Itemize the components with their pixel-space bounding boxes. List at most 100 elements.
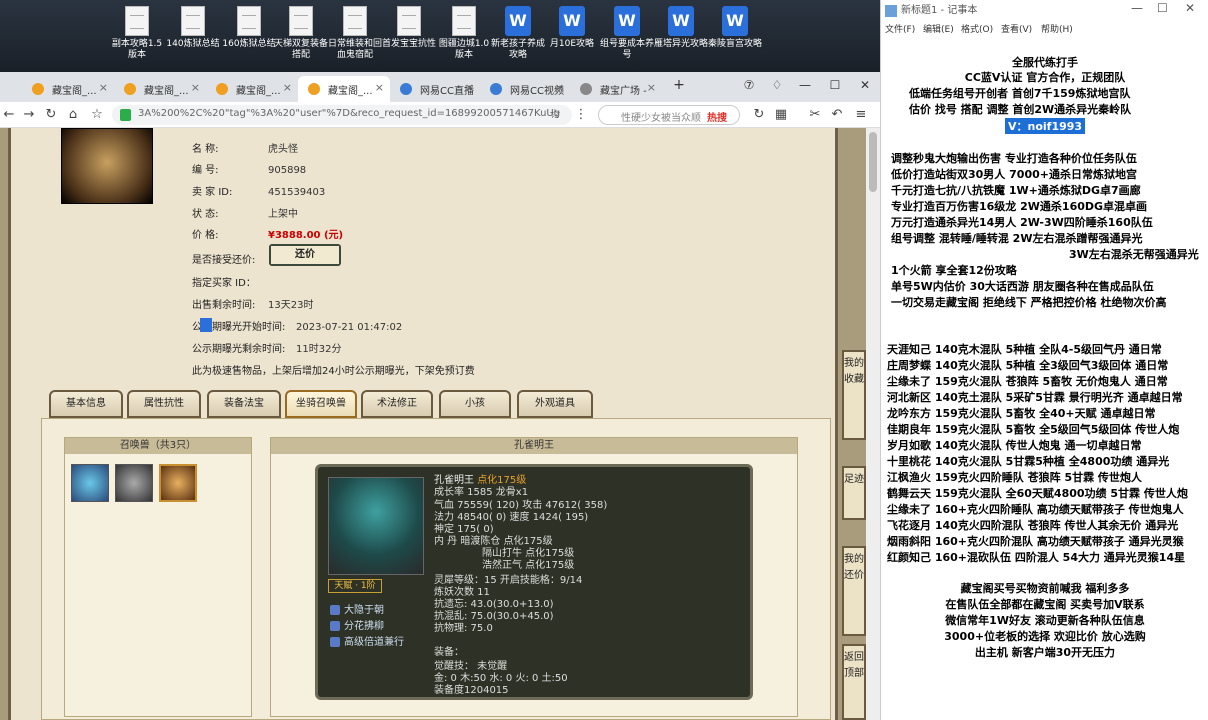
desktop-file-icon[interactable]: 副本攻略1.5版本	[110, 6, 164, 70]
menu-format[interactable]: 格式(O)	[961, 22, 993, 38]
status-row: 状 态: 上架中	[192, 209, 298, 220]
browser-tab[interactable]: 网易CC直播 ×	[390, 76, 480, 102]
desktop-file-icon[interactable]: W 组号要成本养号	[600, 6, 654, 70]
desktop-file-icon[interactable]: 日常维装和回血鬼宿配	[328, 6, 382, 70]
browser-tab[interactable]: 藏宝阁_... ×	[206, 76, 298, 102]
minimize-button[interactable]: —	[1131, 1, 1143, 15]
pet-thumb[interactable]	[71, 464, 109, 502]
menu-file[interactable]: 文件(F)	[885, 22, 915, 38]
skill-item[interactable]: 大隐于朝	[330, 601, 384, 616]
refresh-icon[interactable]: ↻	[750, 106, 768, 124]
tab-resist[interactable]: 属性抗性	[127, 390, 201, 418]
desktop-file-icon[interactable]: 140炼狱总结	[166, 6, 220, 70]
back-to-top-button[interactable]: 返回顶部	[842, 644, 866, 720]
resist-physical: 抗物理: 75.0	[434, 623, 493, 634]
pet-detail-header: 孔雀明王	[271, 438, 797, 454]
pin-icon[interactable]: ⑦	[734, 74, 764, 98]
menu-help[interactable]: 帮助(H)	[1041, 22, 1073, 38]
menu-icon[interactable]: ≡	[852, 106, 870, 124]
text-line: 龙吟东方 159克火混队 5畜牧 全40+天赋 通卓越日常	[887, 407, 1156, 420]
browser-tab[interactable]: 藏宝广场 - ×	[570, 76, 662, 102]
desktop-file-icon[interactable]: W 雁塔异光攻略	[654, 6, 708, 70]
close-window-button[interactable]: ✕	[850, 74, 880, 98]
menu-view[interactable]: 查看(V)	[1001, 22, 1032, 38]
close-tab-icon[interactable]: ×	[283, 81, 292, 94]
close-tab-icon[interactable]: ×	[375, 81, 384, 94]
text-line: 组号调整 混转睡/睡转混 2W左右混杀蹭帮强通异光	[891, 232, 1143, 245]
scissors-icon[interactable]: ✂	[806, 106, 824, 124]
tab-spells[interactable]: 术法修正	[361, 390, 433, 418]
desktop-file-icon[interactable]: 160炼狱总结	[222, 6, 276, 70]
close-window-button[interactable]: ✕	[1185, 1, 1195, 15]
close-tab-icon[interactable]: ×	[555, 81, 564, 94]
my-favorites-button[interactable]: 我的收藏	[842, 350, 866, 440]
bargain-button[interactable]: 还价	[269, 244, 341, 266]
spirit-text: 灵犀等级：15 开启技能格：9/14	[434, 575, 583, 586]
text-line: CC蓝V认证 官方合作，正规团队	[964, 71, 1126, 84]
tab-child[interactable]: 小孩	[439, 390, 511, 418]
text-line: 一切交易走藏宝阁 拒绝线下 严格把控价格 杜绝物次价高	[891, 296, 1167, 309]
tab-appearance[interactable]: 外观道具	[517, 390, 593, 418]
forward-icon[interactable]: →	[20, 106, 38, 124]
back-icon[interactable]: ←	[0, 106, 18, 124]
desktop-file-icon[interactable]: W 新老孩子养成攻略	[491, 6, 545, 70]
close-tab-icon[interactable]: ×	[99, 81, 108, 94]
close-tab-icon[interactable]: ×	[191, 81, 200, 94]
pet-thumb-selected[interactable]	[159, 464, 197, 502]
document-icon	[237, 6, 261, 36]
tab-basic-info[interactable]: 基本信息	[49, 390, 123, 418]
bookmark-star-icon[interactable]: ☆	[88, 106, 106, 124]
minimize-button[interactable]: —	[790, 74, 820, 98]
buyer-row: 指定买家 ID：	[192, 278, 256, 289]
scroll-thumb[interactable]	[869, 132, 877, 192]
pet-list-header: 召唤兽（共3只）	[65, 438, 251, 454]
favorite-star-icon[interactable]: ☆	[546, 106, 564, 124]
maximize-button[interactable]: ☐	[820, 74, 850, 98]
text-line: 藏宝阁买号买物资前喊我 福利多多	[960, 582, 1130, 595]
browser-tab[interactable]: 藏宝阁_... ×	[114, 76, 206, 102]
grid-icon[interactable]: ▦	[772, 106, 790, 124]
desktop-file-icon[interactable]: 首发宝宝抗性	[382, 6, 436, 70]
close-tab-icon[interactable]: ×	[465, 81, 474, 94]
inner-dan-2: 隔山打牛 点化175级	[482, 548, 575, 559]
notepad-menu: 文件(F) 编辑(E) 格式(O) 查看(V) 帮助(H)	[881, 22, 1208, 38]
text-line: 尘缘未了 159克火混队 苍狼阵 5畜牧 无价炮鬼人 通日常	[887, 375, 1168, 388]
new-tab-button[interactable]: +	[664, 74, 694, 98]
search-input[interactable]: 性硬少女被当众顺 热搜	[598, 105, 740, 125]
shirt-icon[interactable]: ♢	[762, 74, 792, 98]
my-bargains-button[interactable]: 我的还价	[842, 546, 866, 636]
tab-mount-pets[interactable]: 坐骑召唤兽	[285, 390, 357, 418]
desktop-file-icon[interactable]: W 秦陵盲宫攻略	[708, 6, 762, 70]
menu-edit[interactable]: 编辑(E)	[923, 22, 954, 38]
desktop-file-icon[interactable]: 图疆边城1.0版本	[437, 6, 491, 70]
bargain-row: 是否接受还价:	[192, 255, 256, 266]
page-scrollbar[interactable]	[866, 128, 880, 720]
text-line: 专业打造百万伤害16级龙 2W通杀160DG卓混卓画	[891, 200, 1148, 213]
home-icon[interactable]: ⌂	[64, 106, 82, 124]
menu-dots-icon[interactable]: ⋮	[572, 106, 590, 124]
tab-equipment[interactable]: 装备法宝	[207, 390, 281, 418]
talent-tier-badge: 天赋 · 1阶	[328, 579, 382, 593]
url-input[interactable]: 3A%200%2C%20"tag"%3A%20"user"%7D&reco_re…	[112, 105, 572, 125]
undo-icon[interactable]: ↶	[828, 106, 846, 124]
text-line: 鹤舞云天 159克火混队 全60天赋4800功绩 5甘霖 传世人炮	[887, 487, 1188, 500]
text-line: 十里桃花 140克火混队 5甘霖5种植 全4800功绩 通异光	[887, 455, 1170, 468]
desktop-file-icon[interactable]: W 月10E攻略	[545, 6, 599, 70]
maximize-button[interactable]: ☐	[1157, 1, 1168, 15]
text-line: 低端任务组号开创者 首创7千159炼狱地宫队	[909, 87, 1131, 100]
skill-item[interactable]: 分花拂柳	[330, 617, 384, 632]
pet-detail: 孔雀明王 天赋 · 1阶 大隐于朝 分花拂柳 高级倍道兼行 孔雀明王 点化175…	[270, 437, 798, 717]
shield-icon	[120, 109, 131, 121]
notepad-text-area[interactable]: 全服代练打手 CC蓝V认证 官方合作，正规团队 低端任务组号开创者 首创7千15…	[881, 38, 1208, 720]
close-tab-icon[interactable]: ×	[647, 81, 656, 94]
browser-tab-active[interactable]: 藏宝阁_... ×	[298, 76, 390, 102]
id-row: 编 号: 905898	[192, 165, 307, 176]
footprint-button[interactable]: 足迹	[842, 466, 866, 520]
refresh-icon[interactable]: ↻	[42, 106, 60, 124]
desktop-file-icon[interactable]: 天梯双复装备搭配	[274, 6, 328, 70]
cbg-favicon-icon	[216, 83, 228, 95]
pet-thumb[interactable]	[115, 464, 153, 502]
skill-item[interactable]: 高级倍道兼行	[330, 633, 404, 648]
browser-tab[interactable]: 藏宝阁_... ×	[22, 76, 114, 102]
browser-tab[interactable]: 网易CC视频 ×	[480, 76, 570, 102]
